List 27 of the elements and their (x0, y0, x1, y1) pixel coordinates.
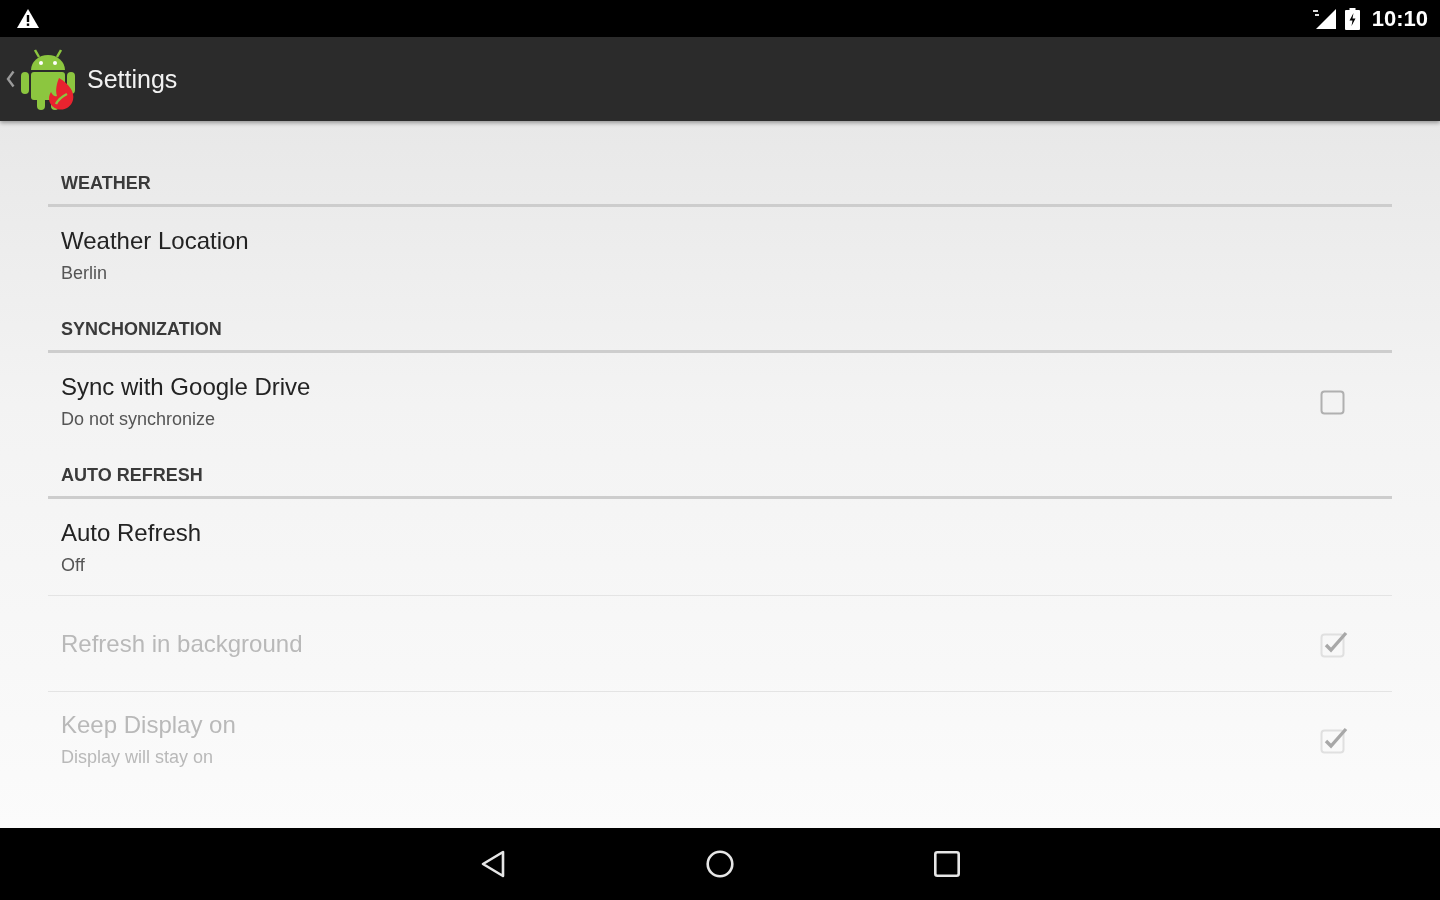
category-header: WEATHER (48, 167, 1392, 207)
category-header: SYNCHONIZATION (48, 303, 1392, 353)
preference-title: Auto Refresh (61, 517, 203, 548)
preference-title: Refresh in background (61, 628, 304, 659)
preference-summary: Do not synchronize (61, 407, 217, 431)
recents-button[interactable] (934, 851, 960, 877)
back-button[interactable] (480, 850, 506, 878)
preference-summary: Display will stay on (61, 746, 215, 769)
warning-icon (16, 8, 40, 29)
chevron-left-icon (6, 70, 15, 88)
signal-icon (1310, 7, 1337, 30)
preference-summary: Off (61, 553, 86, 577)
recents-square-icon (934, 851, 960, 877)
back-triangle-icon (480, 850, 506, 878)
home-circle-icon (706, 850, 734, 878)
preference-summary: Berlin (61, 261, 109, 285)
preference-row[interactable]: Sync with Google Drive Do not synchronize (48, 353, 1392, 449)
category-header: AUTO REFRESH (48, 449, 1392, 499)
status-time: 10:10 (1371, 5, 1428, 32)
battery-icon (1344, 7, 1360, 30)
preference-title: Weather Location (61, 225, 250, 256)
screen-title: Settings (87, 64, 178, 94)
home-button[interactable] (706, 850, 734, 878)
preference-row[interactable]: Auto Refresh Off (48, 499, 1392, 595)
preference-title: Sync with Google Drive (61, 371, 312, 402)
preference-row[interactable]: Weather Location Berlin (48, 207, 1392, 303)
preference-title: Keep Display on (61, 710, 237, 740)
